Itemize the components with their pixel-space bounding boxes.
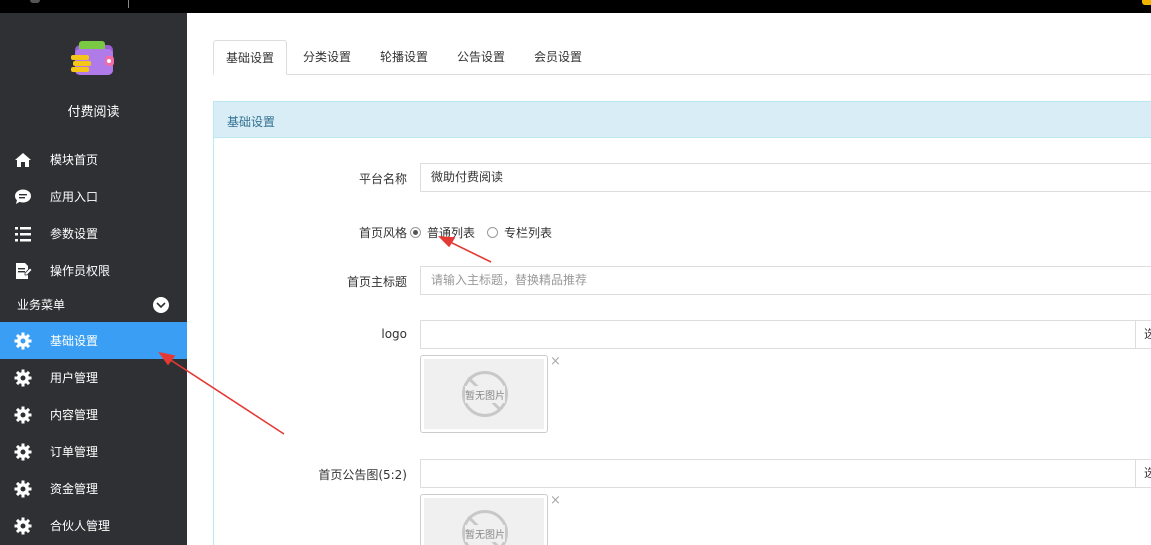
notice-image-preview: 暂无图片 [420, 494, 548, 545]
home-style-radio-group: 普通列表 专栏列表 [410, 224, 564, 241]
top-bar [0, 0, 1151, 13]
tab-category-settings[interactable]: 分类设置 [291, 40, 363, 75]
sidebar: 付费阅读 模块首页 应用入口 参数设置 操作员权限 业务菜单 基础设置 用户管理… [0, 13, 187, 545]
sidebar-item-label: 模块首页 [50, 153, 99, 167]
tab-carousel-settings[interactable]: 轮播设置 [368, 40, 440, 75]
panel-title: 基础设置 [227, 115, 276, 129]
tab-basic-settings[interactable]: 基础设置 [213, 40, 288, 75]
gear-icon [14, 480, 32, 498]
sidebar-group-label: 业务菜单 [17, 298, 66, 312]
chat-icon [14, 188, 32, 206]
notice-image-select-button[interactable]: 选 [1135, 459, 1151, 488]
sidebar-item-label: 资金管理 [50, 482, 99, 496]
sidebar-group-business-menu[interactable]: 业务菜单 [0, 291, 187, 317]
no-image-icon: 暂无图片 [462, 371, 508, 417]
sidebar-item-label: 内容管理 [50, 408, 99, 422]
sidebar-item-params[interactable]: 参数设置 [0, 215, 187, 252]
notice-image-remove-icon[interactable]: × [550, 493, 561, 508]
app-name: 付费阅读 [67, 105, 120, 120]
no-image-text: 暂无图片 [465, 385, 505, 403]
top-bar-left-mark [30, 0, 40, 3]
notice-image-url-input[interactable] [420, 459, 1136, 488]
sidebar-item-label: 用户管理 [50, 371, 99, 385]
sidebar-item-fund-management[interactable]: 资金管理 [0, 470, 187, 507]
gear-icon [14, 369, 32, 387]
panel-header: 基础设置 [214, 102, 1151, 138]
home-icon [14, 151, 32, 169]
radio-column-list[interactable]: 专栏列表 [487, 224, 552, 241]
app-logo-icon [71, 39, 117, 79]
settings-tabs: 基础设置 分类设置 轮播设置 公告设置 会员设置 [213, 40, 1151, 75]
logo-url-input[interactable] [420, 320, 1136, 349]
gear-icon [14, 517, 32, 535]
radio-column-list-label: 专栏列表 [504, 226, 553, 240]
sidebar-item-label: 参数设置 [50, 227, 99, 241]
no-image-icon: 暂无图片 [462, 510, 508, 545]
top-bar-divider [128, 0, 129, 8]
sidebar-item-order-management[interactable]: 订单管理 [0, 433, 187, 470]
sidebar-item-label: 操作员权限 [50, 264, 111, 278]
chevron-down-icon[interactable] [153, 297, 169, 313]
notice-image-label: 首页公告图(5:2) [318, 468, 407, 482]
sidebar-item-partner-management[interactable]: 合伙人管理 [0, 507, 187, 544]
main-title-label: 首页主标题 [346, 275, 407, 289]
home-style-label: 首页风格 [358, 226, 407, 240]
sidebar-item-module-home[interactable]: 模块首页 [0, 141, 187, 178]
radio-normal-list-circle[interactable] [410, 227, 421, 238]
main-title-input[interactable]: 请输入主标题，替换精品推荐 [420, 266, 1151, 295]
sidebar-item-operator-permissions[interactable]: 操作员权限 [0, 252, 187, 289]
sidebar-item-basic-settings[interactable]: 基础设置 [0, 322, 187, 359]
logo-select-button[interactable]: 选 [1135, 320, 1151, 349]
sidebar-item-label: 合伙人管理 [50, 519, 111, 533]
sidebar-item-label: 应用入口 [50, 190, 99, 204]
list-icon [14, 225, 32, 243]
radio-normal-list[interactable]: 普通列表 [410, 224, 475, 241]
doc-edit-icon [14, 262, 32, 280]
sidebar-item-app-entry[interactable]: 应用入口 [0, 178, 187, 215]
platform-name-input[interactable]: 微助付费阅读 [420, 163, 1151, 192]
tab-member-settings[interactable]: 会员设置 [522, 40, 594, 75]
radio-column-list-circle[interactable] [487, 227, 499, 238]
sidebar-item-content-management[interactable]: 内容管理 [0, 396, 187, 433]
sidebar-item-user-management[interactable]: 用户管理 [0, 359, 187, 396]
no-image-text: 暂无图片 [465, 524, 505, 542]
logo-remove-icon[interactable]: × [550, 354, 561, 369]
top-bar-right-icon[interactable] [1142, 0, 1151, 5]
gear-icon [14, 406, 32, 424]
sidebar-item-label: 基础设置 [50, 334, 99, 348]
logo-label: logo [381, 327, 407, 341]
platform-name-label: 平台名称 [358, 172, 407, 186]
logo-image-preview: 暂无图片 [420, 355, 548, 433]
radio-normal-list-label: 普通列表 [427, 226, 476, 240]
sidebar-item-label: 订单管理 [50, 445, 99, 459]
gear-icon [14, 332, 32, 350]
gear-icon [14, 443, 32, 461]
tab-notice-settings[interactable]: 公告设置 [445, 40, 517, 75]
